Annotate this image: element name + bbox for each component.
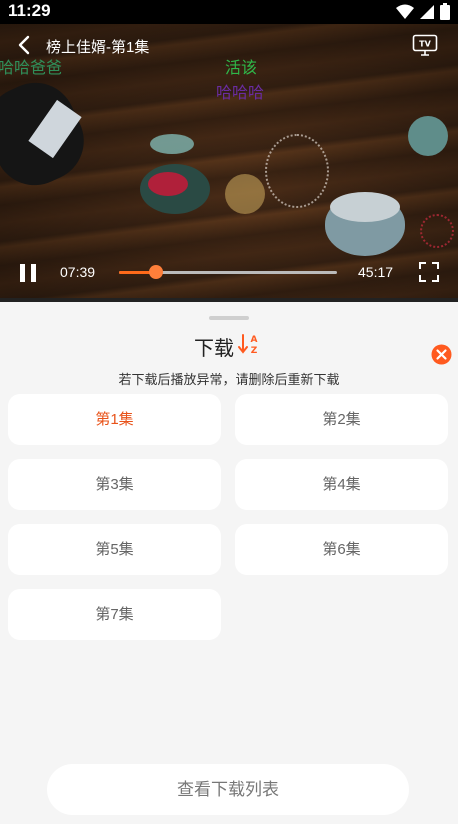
video-player[interactable]: 榜上佳婿-第1集 TV 哈哈爸爸 活该 哈哈哈 07:39 45:17 xyxy=(0,24,458,298)
svg-text:A: A xyxy=(251,335,258,345)
svg-text:TV: TV xyxy=(419,40,431,49)
episode-button[interactable]: 第1集 xyxy=(8,394,221,445)
download-hint: 若下载后播放异常，请删除后重新下载 xyxy=(118,372,340,387)
download-sheet: 下载 A Z 若下载后播放异常，请删除后重新下载 第1集 第2集 第3集 第4集… xyxy=(0,298,458,824)
episode-button[interactable]: 第7集 xyxy=(8,589,221,640)
sort-az-icon[interactable]: A Z xyxy=(238,332,260,356)
danmu-comment: 活该 xyxy=(225,60,258,77)
episode-button[interactable]: 第5集 xyxy=(8,524,221,575)
episode-button[interactable]: 第3集 xyxy=(8,459,221,510)
current-time: 07:39 xyxy=(60,264,96,280)
battery-icon xyxy=(440,3,450,20)
danmu-comment: 哈哈哈 xyxy=(216,85,265,102)
status-time: 11:29 xyxy=(8,1,51,20)
fullscreen-icon[interactable] xyxy=(418,261,440,283)
player-controls: 07:39 45:17 xyxy=(0,258,458,298)
view-download-list-button[interactable]: 查看下载列表 xyxy=(47,764,409,815)
progress-thumb[interactable] xyxy=(148,265,163,279)
progress-bar[interactable] xyxy=(119,265,337,279)
signal-icon xyxy=(420,4,434,19)
pause-icon[interactable] xyxy=(18,262,38,284)
total-time: 45:17 xyxy=(358,264,394,280)
status-icons xyxy=(396,3,450,20)
status-bar: 11:29 xyxy=(0,0,458,24)
back-arrow-icon[interactable] xyxy=(14,34,36,56)
wifi-icon xyxy=(396,4,414,19)
svg-text:Z: Z xyxy=(251,346,258,356)
sheet-title: 下载 xyxy=(194,338,234,360)
episode-button[interactable]: 第2集 xyxy=(235,394,448,445)
episode-button[interactable]: 第6集 xyxy=(235,524,448,575)
close-icon[interactable] xyxy=(431,344,452,365)
sheet-grabber[interactable] xyxy=(209,316,249,320)
tv-cast-icon[interactable]: TV xyxy=(412,34,438,56)
danmu-comment: 哈哈爸爸 xyxy=(0,60,63,77)
episode-button[interactable]: 第4集 xyxy=(235,459,448,510)
